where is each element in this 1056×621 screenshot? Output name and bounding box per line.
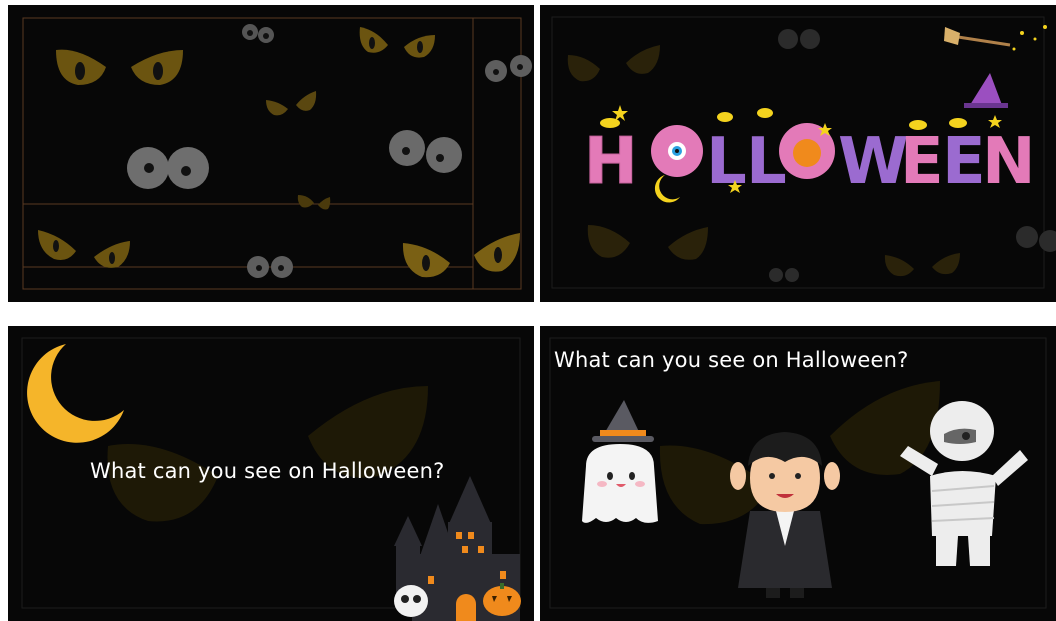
title-letter-l: L xyxy=(746,125,787,199)
title-letter-e: E xyxy=(942,125,986,199)
title-letter-w: W xyxy=(838,125,909,199)
castle-door xyxy=(456,594,476,621)
broom-icon xyxy=(944,27,1011,47)
pumpkin-icon xyxy=(793,139,821,167)
ghost-icon xyxy=(582,444,658,523)
yellow-eyes-icon xyxy=(56,49,183,85)
yellow-eyes-icon xyxy=(402,233,520,278)
dim-eyes-icon xyxy=(107,386,428,522)
slide-2-title[interactable]: H L L W E E N xyxy=(540,5,1056,302)
vampire-icon xyxy=(730,432,840,598)
slide-caption: What can you see on Halloween? xyxy=(90,459,445,483)
grey-eyes-icon xyxy=(389,130,462,173)
yellow-eyes-icon xyxy=(266,91,317,116)
slide-caption: What can you see on Halloween? xyxy=(554,348,909,372)
title-letter-h: H xyxy=(584,125,638,199)
title-letter-n: N xyxy=(982,125,1036,199)
skull-icon xyxy=(394,585,428,617)
small-moon-icon xyxy=(654,175,680,203)
grey-eyes-icon xyxy=(127,147,209,189)
grey-eyes-icon xyxy=(485,55,532,82)
slide-4-characters[interactable]: What can you see on Halloween? xyxy=(540,326,1056,621)
slide-1-artwork xyxy=(22,17,532,290)
witch-hat-icon xyxy=(964,73,1008,108)
slide-2-artwork: H L L W E E N xyxy=(551,16,1056,289)
halloween-title-art: H L L W E E N xyxy=(584,105,1036,203)
yellow-eyes-icon xyxy=(297,195,331,210)
title-letter-e: E xyxy=(900,125,944,199)
witch-hat-icon xyxy=(592,400,654,442)
title-letter-l: L xyxy=(706,125,747,199)
slide-1-eyes[interactable] xyxy=(8,5,534,302)
yellow-eyes-icon xyxy=(38,230,130,268)
grey-eyes-icon xyxy=(242,24,274,43)
moon-icon xyxy=(27,344,124,443)
slide-3-castle[interactable]: What can you see on Halloween? xyxy=(8,326,534,621)
